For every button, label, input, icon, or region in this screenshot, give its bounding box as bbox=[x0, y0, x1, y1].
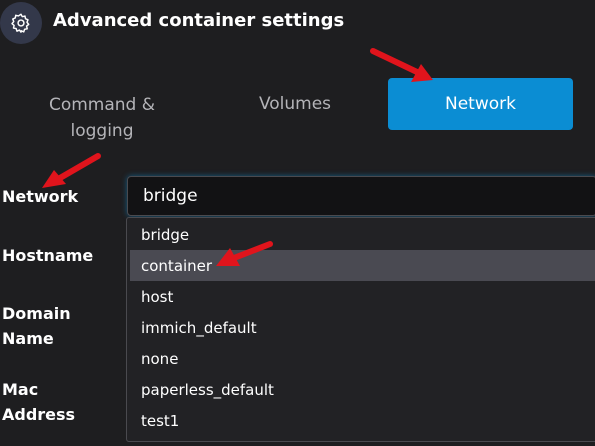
domain-name-label: Domain Name bbox=[2, 304, 71, 348]
dropdown-option-test1[interactable]: test1 bbox=[130, 405, 595, 436]
tab-network-label: Network bbox=[445, 94, 516, 114]
tab-command-logging[interactable]: Command & logging bbox=[22, 90, 182, 146]
network-select-value: bridge bbox=[143, 186, 198, 206]
dropdown-option-bridge[interactable]: bridge bbox=[130, 219, 595, 250]
network-select[interactable]: bridge bbox=[127, 176, 595, 216]
tab-volumes-label: Volumes bbox=[258, 94, 332, 114]
network-dropdown: bridge container host immich_default non… bbox=[126, 217, 595, 442]
tab-network[interactable]: Network bbox=[388, 78, 573, 130]
dropdown-option-container[interactable]: container bbox=[130, 250, 595, 281]
dropdown-option-immich-default[interactable]: immich_default bbox=[130, 312, 595, 343]
tab-volumes[interactable]: Volumes bbox=[215, 78, 375, 130]
tab-command-logging-label: Command & logging bbox=[48, 95, 156, 141]
gear-icon bbox=[0, 2, 42, 44]
network-label: Network bbox=[2, 187, 79, 206]
dropdown-option-none[interactable]: none bbox=[130, 343, 595, 374]
mac-address-label: Mac Address bbox=[2, 380, 76, 424]
dropdown-option-paperless-default[interactable]: paperless_default bbox=[130, 374, 595, 405]
dropdown-option-host[interactable]: host bbox=[130, 281, 595, 312]
hostname-label: Hostname bbox=[2, 246, 94, 265]
page-title: Advanced container settings bbox=[53, 10, 345, 31]
